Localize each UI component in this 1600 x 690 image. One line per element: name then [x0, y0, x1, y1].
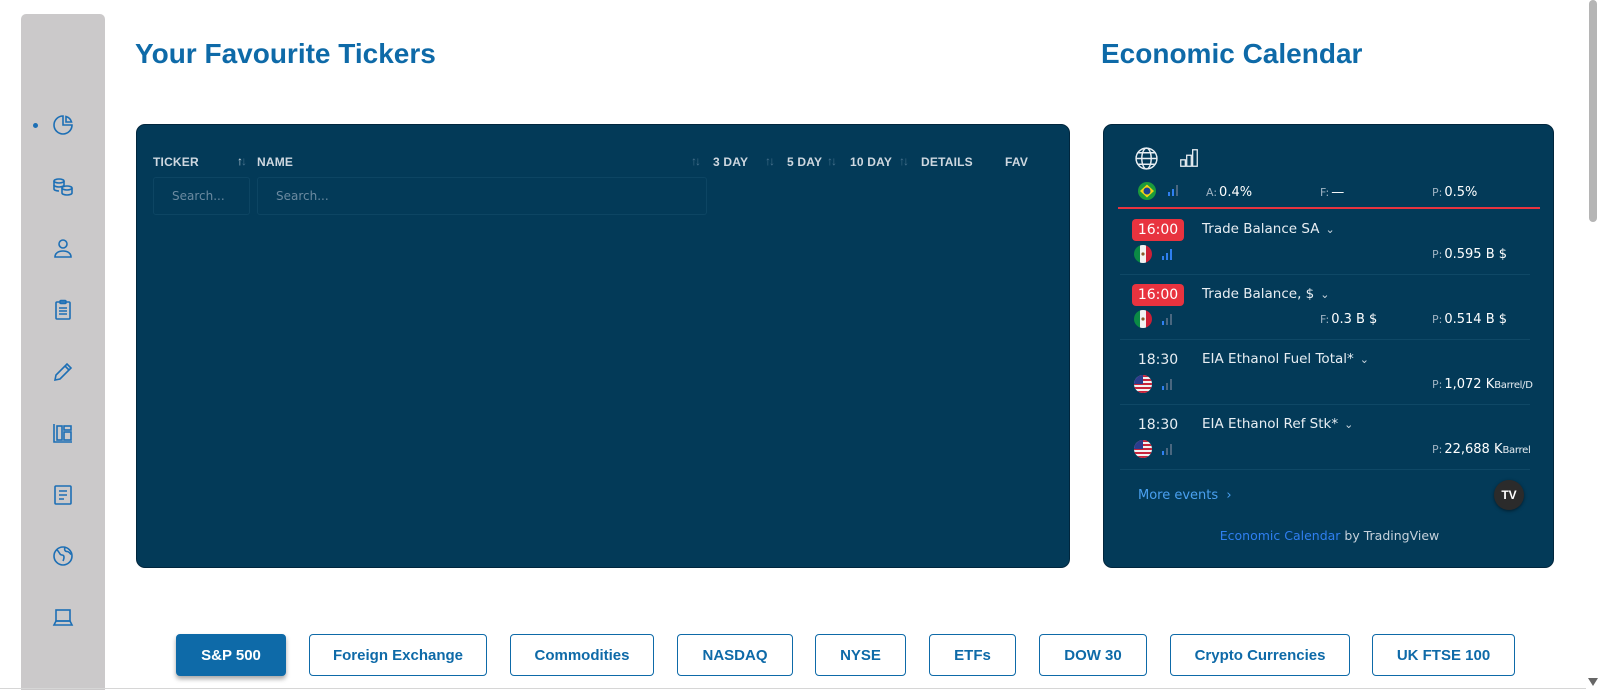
ticker-search-input[interactable] [153, 177, 250, 215]
sidebar [21, 14, 105, 690]
economic-calendar-link[interactable]: Economic Calendar [1220, 528, 1341, 543]
widget-attribution: Economic Calendar by TradingView [1104, 528, 1553, 543]
tab-etfs[interactable]: ETFs [929, 634, 1016, 676]
calendar-event-row[interactable]: 18:30 EIA Ethanol Ref Stk* ⌄ P: 22,688 KBa… [1120, 406, 1531, 470]
coins-icon [53, 178, 73, 196]
tab-dow-30[interactable]: DOW 30 [1039, 634, 1147, 676]
sort-icon[interactable]: ↑↓ [827, 154, 837, 168]
tab-nyse[interactable]: NYSE [815, 634, 906, 676]
event-name[interactable]: EIA Ethanol Ref Stk* ⌄ [1202, 416, 1353, 432]
tickers-panel: TICKER ↑↓ NAME ↑↓ 3 DAY ↑↓ 5 DAY ↑↓ 10 D… [136, 124, 1070, 568]
more-events-link[interactable]: More events › [1138, 488, 1232, 503]
sort-icon[interactable]: ↑↓ [237, 154, 247, 168]
document-icon [54, 485, 72, 505]
pie-chart-icon [53, 115, 73, 135]
event-name[interactable]: EIA Ethanol Fuel Total* ⌄ [1202, 351, 1369, 367]
importance-bars [1168, 185, 1178, 196]
dashboard-icon [53, 424, 72, 443]
calendar-top-row: A: 0.4% F: — P: 0.5% [1104, 177, 1553, 209]
tab-nasdaq[interactable]: NASDAQ [677, 634, 793, 676]
usa-flag-icon [1134, 440, 1152, 458]
sidebar-item-clipboard[interactable] [21, 290, 105, 330]
actual-value: A: 0.4% [1206, 185, 1253, 200]
attribution-text: by TradingView [1344, 528, 1440, 543]
sidebar-item-dashboard[interactable] [21, 413, 105, 453]
chevron-right-icon: › [1226, 488, 1232, 503]
sidebar-item-computer[interactable] [21, 598, 105, 638]
importance-bars [1162, 444, 1172, 455]
sort-icon[interactable]: ↑↓ [899, 154, 909, 168]
prior-value: P: 22,688 KBarrel [1432, 442, 1531, 457]
importance-bars [1162, 314, 1172, 325]
column-header-details[interactable]: DETAILS [921, 155, 973, 169]
scroll-down-arrow-icon[interactable] [1588, 678, 1598, 686]
tab-commodities[interactable]: Commodities [510, 634, 654, 676]
sort-icon[interactable]: ↑↓ [765, 154, 775, 168]
column-header-name[interactable]: NAME [257, 155, 293, 169]
calendar-event-row[interactable]: 16:00 Trade Balance, $ ⌄ F: 0.3 B $ P: 0.51… [1120, 276, 1530, 340]
tab-crypto-currencies[interactable]: Crypto Currencies [1170, 634, 1350, 676]
user-icon [54, 239, 72, 258]
brazil-flag-icon [1138, 182, 1156, 200]
importance-bars [1162, 379, 1172, 390]
economic-calendar-panel: A: 0.4% F: — P: 0.5% 16:00 Trade Balance SA… [1103, 124, 1554, 568]
usa-flag-icon [1134, 375, 1152, 393]
event-time: 18:30 [1137, 352, 1179, 368]
globe-filter-icon[interactable] [1134, 146, 1159, 171]
chevron-down-icon: ⌄ [1325, 223, 1335, 236]
tradingview-logo[interactable]: TV [1494, 480, 1524, 510]
forecast-value: F: 0.3 B $ [1320, 312, 1378, 327]
event-name[interactable]: Trade Balance, $ ⌄ [1202, 286, 1329, 302]
clipboard-icon [55, 299, 71, 320]
importance-filter-icon[interactable] [1178, 147, 1200, 169]
prior-value: P: 1,072 KBarrel/D [1432, 377, 1533, 392]
tab-foreign-exchange[interactable]: Foreign Exchange [309, 634, 487, 676]
chevron-down-icon: ⌄ [1344, 418, 1354, 431]
globe-icon [53, 546, 73, 566]
sidebar-item-portfolio[interactable] [21, 105, 105, 145]
prior-value: P: 0.5% [1432, 185, 1478, 200]
mexico-flag-icon [1134, 245, 1152, 263]
pencil-icon [53, 362, 73, 382]
column-header-ticker[interactable]: TICKER [153, 155, 199, 169]
column-header-5-day[interactable]: 5 DAY [787, 155, 822, 169]
sort-icon[interactable]: ↑↓ [691, 154, 701, 168]
page-title-calendar: Economic Calendar [1101, 38, 1363, 69]
sidebar-item-coins[interactable] [21, 167, 105, 207]
tab-uk-ftse-100[interactable]: UK FTSE 100 [1372, 634, 1515, 676]
active-indicator-dot [33, 123, 38, 128]
column-header-fav[interactable]: FAV [1005, 155, 1028, 169]
calendar-event-row[interactable]: 18:30 EIA Ethanol Fuel Total* ⌄ P: 1,072 K… [1120, 341, 1533, 405]
page-title-tickers: Your Favourite Tickers [135, 38, 436, 69]
event-time: 16:00 [1132, 284, 1184, 306]
page-scrollbar[interactable] [1586, 0, 1600, 690]
current-time-line [1118, 207, 1540, 209]
event-time: 16:00 [1132, 219, 1184, 241]
name-search-input[interactable] [257, 177, 707, 215]
calendar-event-row[interactable]: 16:00 Trade Balance SA ⌄ P: 0.595 B $ [1120, 211, 1530, 275]
sidebar-item-news[interactable] [21, 475, 105, 515]
sidebar-item-user[interactable] [21, 228, 105, 268]
tab-sp500[interactable]: S&P 500 [176, 634, 286, 676]
chevron-down-icon: ⌄ [1320, 288, 1330, 301]
scrollbar-thumb[interactable] [1589, 0, 1597, 222]
sidebar-item-edit[interactable] [21, 352, 105, 392]
column-header-10-day[interactable]: 10 DAY [850, 155, 892, 169]
mexico-flag-icon [1134, 310, 1152, 328]
event-name[interactable]: Trade Balance SA ⌄ [1202, 221, 1335, 237]
prior-value: P: 0.514 B $ [1432, 312, 1508, 327]
sidebar-item-world[interactable] [21, 536, 105, 576]
forecast-value: F: — [1320, 185, 1345, 200]
chevron-down-icon: ⌄ [1359, 353, 1369, 366]
prior-value: P: 0.595 B $ [1432, 247, 1508, 262]
laptop-icon [52, 609, 74, 626]
column-header-3-day[interactable]: 3 DAY [713, 155, 748, 169]
event-time: 18:30 [1137, 417, 1179, 433]
importance-bars [1162, 249, 1172, 260]
bottom-divider [0, 688, 1586, 689]
